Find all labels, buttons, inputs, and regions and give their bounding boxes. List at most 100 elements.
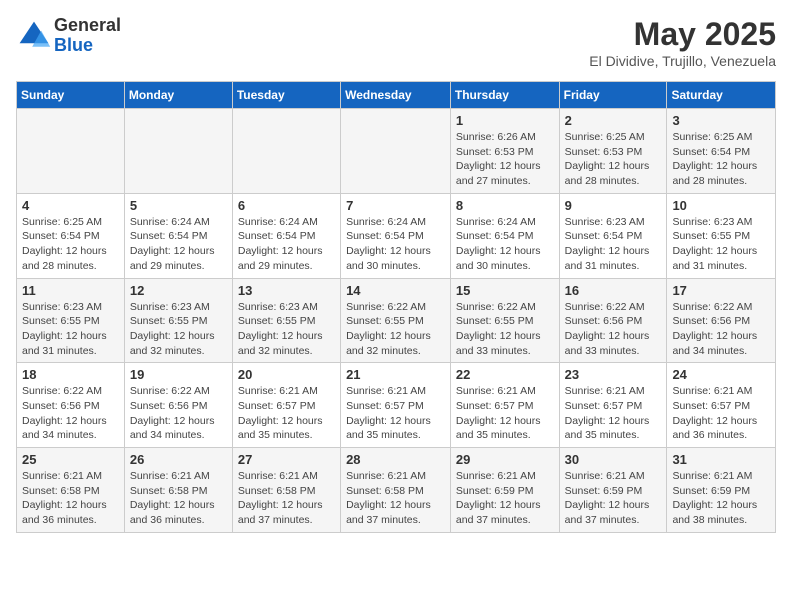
- day-number: 13: [238, 283, 335, 298]
- day-info: Sunrise: 6:24 AM Sunset: 6:54 PM Dayligh…: [130, 215, 227, 274]
- day-number: 12: [130, 283, 227, 298]
- day-info: Sunrise: 6:26 AM Sunset: 6:53 PM Dayligh…: [456, 130, 554, 189]
- day-info: Sunrise: 6:21 AM Sunset: 6:58 PM Dayligh…: [22, 469, 119, 528]
- calendar-cell: 3 Sunrise: 6:25 AM Sunset: 6:54 PM Daylig…: [667, 109, 776, 194]
- main-title: May 2025: [589, 16, 776, 53]
- day-number: 19: [130, 367, 227, 382]
- day-number: 20: [238, 367, 335, 382]
- calendar-cell: 14Sunrise: 6:22 AM Sunset: 6:55 PM Dayli…: [341, 278, 451, 363]
- logo-icon: [16, 18, 52, 54]
- day-number: 21: [346, 367, 445, 382]
- calendar-cell: 30Sunrise: 6:21 AM Sunset: 6:59 PM Dayli…: [559, 448, 667, 533]
- header-monday: Monday: [124, 82, 232, 109]
- calendar-cell: 15 Sunrise: 6:22 AM Sunset: 6:55 PM Dayli…: [450, 278, 559, 363]
- day-info: Sunrise: 6:22 AM Sunset: 6:55 PM Dayligh…: [346, 300, 445, 359]
- calendar-cell: 12 Sunrise: 6:23 AM Sunset: 6:55 PM Dayli…: [124, 278, 232, 363]
- day-info: Sunrise: 6:22 AM Sunset: 6:55 PM Dayligh…: [456, 300, 554, 359]
- day-number: 4: [22, 198, 119, 213]
- day-info: Sunrise: 6:24 AM Sunset: 6:54 PM Dayligh…: [238, 215, 335, 274]
- header-row: Sunday Monday Tuesday Wednesday Thursday…: [17, 82, 776, 109]
- day-number: 5: [130, 198, 227, 213]
- day-number: 11: [22, 283, 119, 298]
- day-info: Sunrise: 6:21 AM Sunset: 6:59 PM Dayligh…: [672, 469, 770, 528]
- header-tuesday: Tuesday: [232, 82, 340, 109]
- calendar-cell: [17, 109, 125, 194]
- day-info: Sunrise: 6:24 AM Sunset: 6:54 PM Dayligh…: [456, 215, 554, 274]
- calendar-cell: 13 Sunrise: 6:23 AM Sunset: 6:55 PM Dayli…: [232, 278, 340, 363]
- header-wednesday: Wednesday: [341, 82, 451, 109]
- day-number: 25: [22, 452, 119, 467]
- day-number: 24: [672, 367, 770, 382]
- calendar-cell: [124, 109, 232, 194]
- day-info: Sunrise: 6:21 AM Sunset: 6:57 PM Dayligh…: [346, 384, 445, 443]
- calendar-cell: 1 Sunrise: 6:26 AM Sunset: 6:53 PM Daylig…: [450, 109, 559, 194]
- calendar-body: 1 Sunrise: 6:26 AM Sunset: 6:53 PM Daylig…: [17, 109, 776, 533]
- day-info: Sunrise: 6:21 AM Sunset: 6:59 PM Dayligh…: [565, 469, 662, 528]
- day-number: 15: [456, 283, 554, 298]
- logo-text: General Blue: [54, 16, 121, 56]
- header-saturday: Saturday: [667, 82, 776, 109]
- day-number: 7: [346, 198, 445, 213]
- calendar-week-4: 18 Sunrise: 6:22 AM Sunset: 6:56 PM Dayli…: [17, 363, 776, 448]
- calendar-week-3: 11 Sunrise: 6:23 AM Sunset: 6:55 PM Dayli…: [17, 278, 776, 363]
- calendar-header: Sunday Monday Tuesday Wednesday Thursday…: [17, 82, 776, 109]
- day-number: 27: [238, 452, 335, 467]
- calendar-cell: 19Sunrise: 6:22 AM Sunset: 6:56 PM Dayli…: [124, 363, 232, 448]
- calendar-cell: 6 Sunrise: 6:24 AM Sunset: 6:54 PM Daylig…: [232, 193, 340, 278]
- day-number: 22: [456, 367, 554, 382]
- calendar-cell: 16Sunrise: 6:22 AM Sunset: 6:56 PM Dayli…: [559, 278, 667, 363]
- calendar-cell: [232, 109, 340, 194]
- day-info: Sunrise: 6:23 AM Sunset: 6:55 PM Dayligh…: [238, 300, 335, 359]
- calendar-cell: 29 Sunrise: 6:21 AM Sunset: 6:59 PM Dayli…: [450, 448, 559, 533]
- header-thursday: Thursday: [450, 82, 559, 109]
- calendar-cell: 18 Sunrise: 6:22 AM Sunset: 6:56 PM Dayli…: [17, 363, 125, 448]
- calendar-cell: 9Sunrise: 6:23 AM Sunset: 6:54 PM Daylig…: [559, 193, 667, 278]
- calendar-cell: 11 Sunrise: 6:23 AM Sunset: 6:55 PM Dayli…: [17, 278, 125, 363]
- calendar-cell: 5 Sunrise: 6:24 AM Sunset: 6:54 PM Daylig…: [124, 193, 232, 278]
- day-info: Sunrise: 6:22 AM Sunset: 6:56 PM Dayligh…: [565, 300, 662, 359]
- day-number: 28: [346, 452, 445, 467]
- day-info: Sunrise: 6:21 AM Sunset: 6:58 PM Dayligh…: [346, 469, 445, 528]
- day-info: Sunrise: 6:22 AM Sunset: 6:56 PM Dayligh…: [672, 300, 770, 359]
- day-number: 29: [456, 452, 554, 467]
- calendar-cell: 21 Sunrise: 6:21 AM Sunset: 6:57 PM Dayli…: [341, 363, 451, 448]
- calendar-week-2: 4 Sunrise: 6:25 AM Sunset: 6:54 PM Daylig…: [17, 193, 776, 278]
- day-number: 17: [672, 283, 770, 298]
- header-sunday: Sunday: [17, 82, 125, 109]
- day-info: Sunrise: 6:23 AM Sunset: 6:55 PM Dayligh…: [672, 215, 770, 274]
- day-info: Sunrise: 6:25 AM Sunset: 6:54 PM Dayligh…: [22, 215, 119, 274]
- logo-general: General: [54, 16, 121, 36]
- calendar-cell: 4 Sunrise: 6:25 AM Sunset: 6:54 PM Daylig…: [17, 193, 125, 278]
- calendar-week-5: 25 Sunrise: 6:21 AM Sunset: 6:58 PM Dayli…: [17, 448, 776, 533]
- calendar-cell: 27Sunrise: 6:21 AM Sunset: 6:58 PM Dayli…: [232, 448, 340, 533]
- calendar-cell: 2Sunrise: 6:25 AM Sunset: 6:53 PM Daylig…: [559, 109, 667, 194]
- day-number: 26: [130, 452, 227, 467]
- day-info: Sunrise: 6:25 AM Sunset: 6:54 PM Dayligh…: [672, 130, 770, 189]
- calendar-cell: 28 Sunrise: 6:21 AM Sunset: 6:58 PM Dayli…: [341, 448, 451, 533]
- title-section: May 2025 El Dividive, Trujillo, Venezuel…: [589, 16, 776, 69]
- day-info: Sunrise: 6:21 AM Sunset: 6:57 PM Dayligh…: [238, 384, 335, 443]
- day-info: Sunrise: 6:21 AM Sunset: 6:59 PM Dayligh…: [456, 469, 554, 528]
- day-info: Sunrise: 6:23 AM Sunset: 6:55 PM Dayligh…: [22, 300, 119, 359]
- calendar-cell: 25 Sunrise: 6:21 AM Sunset: 6:58 PM Dayli…: [17, 448, 125, 533]
- day-info: Sunrise: 6:21 AM Sunset: 6:57 PM Dayligh…: [456, 384, 554, 443]
- day-info: Sunrise: 6:23 AM Sunset: 6:55 PM Dayligh…: [130, 300, 227, 359]
- calendar-cell: 24 Sunrise: 6:21 AM Sunset: 6:57 PM Dayli…: [667, 363, 776, 448]
- calendar-cell: [341, 109, 451, 194]
- calendar-week-1: 1 Sunrise: 6:26 AM Sunset: 6:53 PM Daylig…: [17, 109, 776, 194]
- day-number: 31: [672, 452, 770, 467]
- calendar-cell: 31 Sunrise: 6:21 AM Sunset: 6:59 PM Dayli…: [667, 448, 776, 533]
- day-info: Sunrise: 6:21 AM Sunset: 6:57 PM Dayligh…: [672, 384, 770, 443]
- day-number: 18: [22, 367, 119, 382]
- day-number: 6: [238, 198, 335, 213]
- day-number: 1: [456, 113, 554, 128]
- calendar-table: Sunday Monday Tuesday Wednesday Thursday…: [16, 81, 776, 533]
- day-info: Sunrise: 6:22 AM Sunset: 6:56 PM Dayligh…: [22, 384, 119, 443]
- day-number: 23: [565, 367, 662, 382]
- logo: General Blue: [16, 16, 121, 56]
- subtitle: El Dividive, Trujillo, Venezuela: [589, 53, 776, 69]
- day-number: 3: [672, 113, 770, 128]
- header-friday: Friday: [559, 82, 667, 109]
- day-number: 9: [565, 198, 662, 213]
- logo-blue: Blue: [54, 36, 121, 56]
